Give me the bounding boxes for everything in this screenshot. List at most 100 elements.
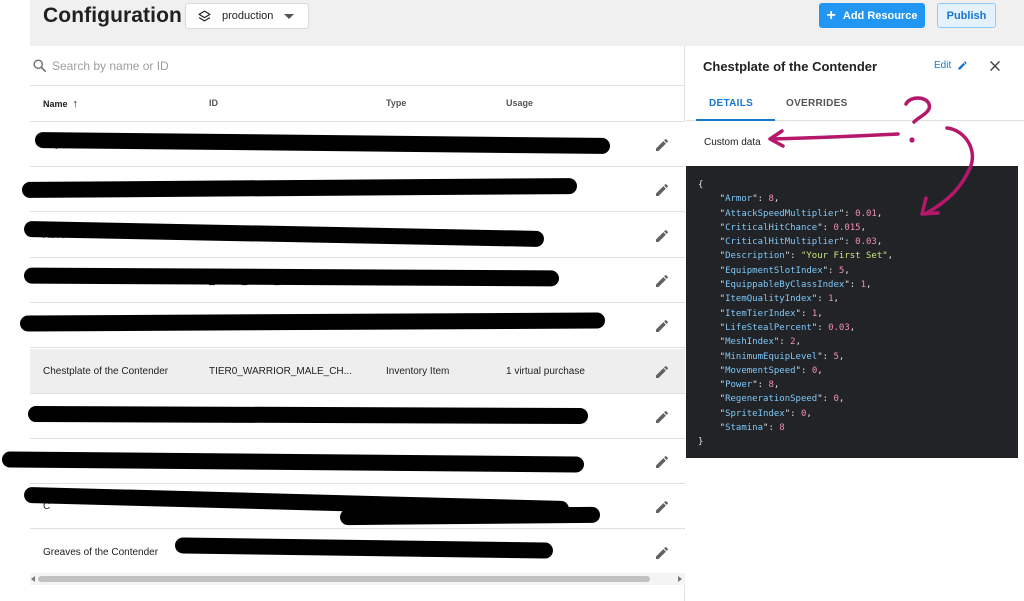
search-icon xyxy=(33,59,46,72)
json-line: "RegenerationSpeed": 0, xyxy=(698,392,1018,406)
add-resource-label: Add Resource xyxy=(842,9,918,22)
json-line: "ItemTierIndex": 1, xyxy=(698,307,1018,321)
pencil-icon[interactable] xyxy=(654,409,670,425)
json-quote: " xyxy=(698,222,726,233)
json-line: "Power": 8, xyxy=(698,378,1018,392)
json-line: "CriticalHitChance": 0.015, xyxy=(698,221,1018,235)
close-icon[interactable] xyxy=(988,59,1002,73)
json-comma: , xyxy=(838,394,845,405)
json-line: "MinimumEquipLevel": 5, xyxy=(698,350,1018,364)
top-bar: Configuration production + Add Resource … xyxy=(0,0,1024,46)
pencil-icon[interactable] xyxy=(654,454,670,470)
json-quote: " xyxy=(698,365,726,376)
json-line: "EquipmentSlotIndex": 5, xyxy=(698,264,1018,278)
json-key: MovementSpeed xyxy=(725,365,796,376)
pencil-icon[interactable] xyxy=(654,182,670,198)
json-comma: , xyxy=(773,380,780,391)
column-header-type[interactable]: Type xyxy=(386,98,406,108)
horizontal-scrollbar[interactable] xyxy=(30,573,685,585)
json-line: "LifeStealPercent": 0.03, xyxy=(698,321,1018,335)
json-quote: " xyxy=(698,237,726,248)
edit-button[interactable]: Edit xyxy=(934,60,968,71)
json-colon: ": xyxy=(811,322,829,333)
json-quote: " xyxy=(698,251,726,262)
search-input[interactable] xyxy=(52,56,452,76)
json-key: LifeStealPercent xyxy=(725,322,812,333)
environment-select[interactable]: production xyxy=(185,3,309,29)
json-colon: ": xyxy=(811,294,829,305)
add-resource-button[interactable]: + Add Resource xyxy=(819,3,925,28)
column-header-usage[interactable]: Usage xyxy=(506,98,533,108)
tab-overrides[interactable]: OVERRIDES xyxy=(786,98,848,109)
json-line: "SpriteIndex": 0, xyxy=(698,407,1018,421)
cell-id: TIER0_WARRIOR_MALE_CH... xyxy=(209,365,352,377)
redaction-mark xyxy=(27,406,589,424)
json-colon: ": xyxy=(784,251,801,262)
json-quote: " xyxy=(698,322,726,333)
json-key: ItemTierIndex xyxy=(725,308,796,319)
json-key: Description xyxy=(725,251,785,262)
cell-usage: 1 virtual purchase xyxy=(506,365,585,377)
detail-title: Chestplate of the Contender xyxy=(703,59,878,74)
json-comma: , xyxy=(876,208,883,219)
publish-button[interactable]: Publish xyxy=(937,3,996,28)
json-colon: ": xyxy=(795,308,812,319)
scrollbar-thumb[interactable] xyxy=(38,576,650,582)
json-line: "AttackSpeedMultiplier": 0.01, xyxy=(698,207,1018,221)
json-quote: " xyxy=(698,308,726,319)
json-comma: , xyxy=(838,351,845,362)
json-colon: ": xyxy=(817,222,834,233)
table-row[interactable]: Chestplate of the Contender TIER0_WARRIOR… xyxy=(30,348,685,394)
json-colon: ": xyxy=(795,365,812,376)
active-tab-indicator xyxy=(696,119,775,121)
json-colon: ": xyxy=(784,408,801,419)
pencil-icon[interactable] xyxy=(654,318,670,334)
json-colon: ": xyxy=(838,237,856,248)
json-line: "ItemQualityIndex": 1, xyxy=(698,292,1018,306)
json-comma: , xyxy=(795,337,801,348)
json-comma: , xyxy=(876,237,883,248)
pencil-icon[interactable] xyxy=(654,228,670,244)
pencil-icon[interactable] xyxy=(654,364,670,380)
search-bar xyxy=(30,46,685,86)
json-colon: ": xyxy=(822,265,839,276)
pencil-icon[interactable] xyxy=(654,499,670,515)
json-value: 0.01 xyxy=(855,208,877,219)
pencil-icon[interactable] xyxy=(654,137,670,153)
redaction-mark xyxy=(19,312,606,332)
column-header-id[interactable]: ID xyxy=(209,98,218,108)
sort-ascending-icon: ↑ xyxy=(72,98,79,110)
json-key: SpriteIndex xyxy=(725,408,785,419)
json-colon: ": xyxy=(752,194,769,205)
redaction-mark xyxy=(23,267,560,287)
json-quote: " xyxy=(698,194,726,205)
json-quote: " xyxy=(698,351,726,362)
json-close-brace: } xyxy=(698,437,704,448)
pencil-icon[interactable] xyxy=(654,273,670,289)
layers-icon xyxy=(198,9,211,21)
scroll-right-icon[interactable] xyxy=(678,576,682,582)
edit-label: Edit xyxy=(934,60,952,71)
json-comma: , xyxy=(844,265,850,276)
custom-data-json-viewer[interactable]: { "Armor": 8, "AttackSpeedMultiplier": 0… xyxy=(686,166,1018,458)
column-header-name[interactable]: Name ↑ xyxy=(43,98,78,110)
json-value: 0.03 xyxy=(828,322,850,333)
redaction-mark xyxy=(339,506,601,526)
json-comma: , xyxy=(773,194,780,205)
column-name-label: Name xyxy=(43,99,68,109)
json-comma: , xyxy=(817,365,823,376)
page-title: Configuration xyxy=(43,4,182,27)
tab-details[interactable]: DETAILS xyxy=(709,98,753,109)
json-open-brace: { xyxy=(698,180,704,190)
json-key: RegenerationSpeed xyxy=(725,394,818,405)
scroll-left-icon[interactable] xyxy=(31,576,35,582)
custom-data-label: Custom data xyxy=(704,137,761,148)
json-key: Power xyxy=(725,380,753,391)
json-value: 0.015 xyxy=(833,222,861,233)
json-colon: ": xyxy=(773,337,791,348)
json-quote: " xyxy=(698,337,726,348)
pencil-icon[interactable] xyxy=(654,545,670,561)
json-line: "Stamina": 8 xyxy=(698,421,1018,435)
json-colon: ": xyxy=(838,208,856,219)
json-comma: , xyxy=(817,308,823,319)
